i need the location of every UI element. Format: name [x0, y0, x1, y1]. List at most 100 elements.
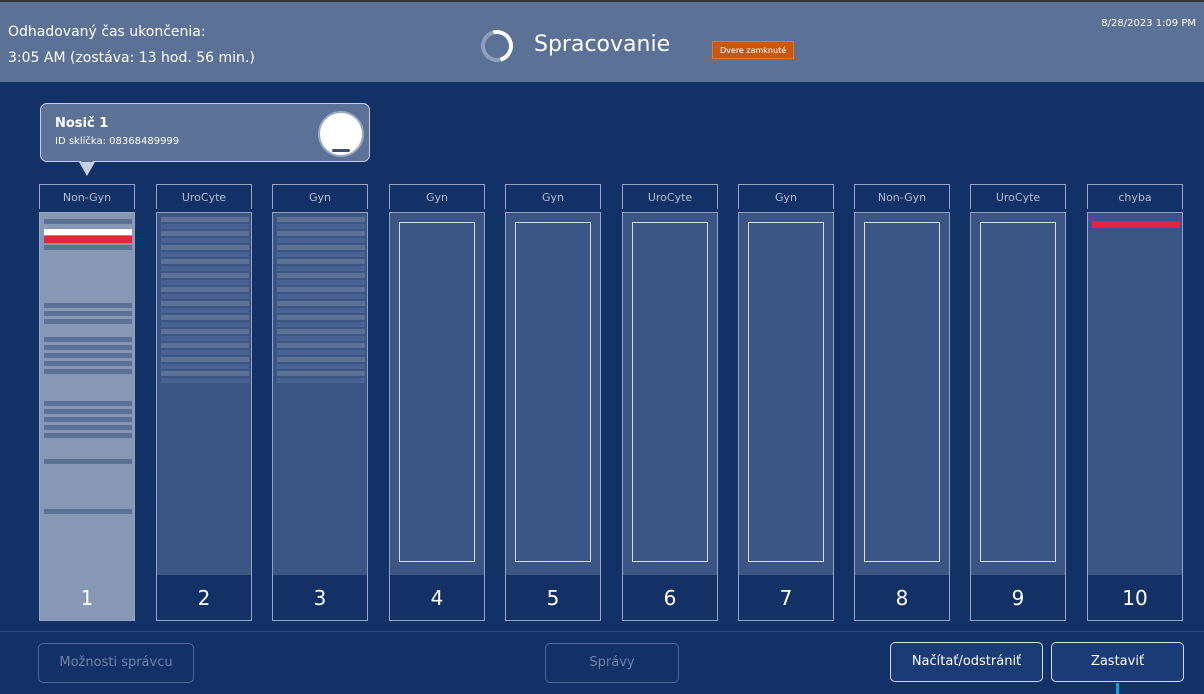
slide-slot [161, 231, 249, 236]
slide-slot [277, 301, 365, 306]
slide-slot-current [44, 229, 132, 235]
rack-number: 6 [622, 575, 718, 621]
slide-slot [161, 336, 249, 341]
admin-options-button[interactable]: Možnosti správcu [38, 643, 194, 683]
rack-body [622, 212, 718, 575]
slide-slot [277, 231, 365, 236]
slide-slot [44, 509, 132, 514]
slide-slot [44, 369, 132, 374]
estimated-time-value: 3:05 AM (zostáva: 13 hod. 56 min.) [8, 50, 255, 66]
slide-slot [161, 350, 249, 355]
rack-2[interactable]: UroCyte 2 [156, 184, 252, 621]
slide-slot [277, 371, 365, 376]
slide-slot [277, 266, 365, 271]
slide-slot [161, 287, 249, 292]
messages-button[interactable]: Správy [545, 643, 679, 683]
rack-1[interactable]: Non-Gyn 1 [39, 184, 135, 621]
slide-slot [161, 315, 249, 320]
slide-slot [44, 303, 132, 308]
slide-slot [44, 409, 132, 414]
vial-icon [318, 111, 364, 157]
slide-slot [277, 224, 365, 229]
slide-slot [277, 252, 365, 257]
slide-slot [161, 224, 249, 229]
estimated-time-label: Odhadovaný čas ukončenia: [8, 24, 206, 40]
slide-slot [161, 266, 249, 271]
rack-body [156, 212, 252, 575]
slide-slot [277, 245, 365, 250]
rack-4[interactable]: Gyn 4 [389, 184, 485, 621]
rack-type-label: chyba [1087, 184, 1183, 209]
slide-slot [161, 273, 249, 278]
empty-slot-frame [980, 222, 1056, 562]
rack-number: 4 [389, 575, 485, 621]
slide-slot [161, 357, 249, 362]
slide-slot [161, 364, 249, 369]
slide-slot [277, 343, 365, 348]
slide-slot [277, 378, 365, 383]
slide-slot [277, 315, 365, 320]
slide-slot [277, 280, 365, 285]
slide-slot [44, 433, 132, 438]
slide-slot [161, 322, 249, 327]
rack-type-label: Gyn [505, 184, 601, 209]
stop-button[interactable]: Zastaviť [1051, 642, 1184, 682]
rack-10[interactable]: chyba 10 [1087, 184, 1183, 621]
slide-slot [277, 350, 365, 355]
cursor-indicator [1116, 683, 1119, 694]
slide-slot [44, 401, 132, 406]
empty-slot-frame [632, 222, 708, 562]
slide-slot [161, 245, 249, 250]
slide-slot [161, 329, 249, 334]
rack-number: 3 [272, 575, 368, 621]
rack-body [854, 212, 950, 575]
rack-number: 1 [39, 575, 135, 621]
slide-slot [44, 417, 132, 422]
rack-7[interactable]: Gyn 7 [738, 184, 834, 621]
processing-spinner-icon [475, 24, 519, 68]
slide-slot [277, 329, 365, 334]
rack-8[interactable]: Non-Gyn 8 [854, 184, 950, 621]
slide-slot [161, 252, 249, 257]
rack-body [1087, 212, 1183, 575]
rack-body [39, 212, 135, 575]
slide-slot [277, 294, 365, 299]
slide-slot [161, 308, 249, 313]
empty-slot-frame [399, 222, 475, 562]
slide-slot [161, 259, 249, 264]
slide-slot [277, 287, 365, 292]
slide-slot [161, 238, 249, 243]
slide-slot [277, 217, 365, 222]
slide-slot [44, 425, 132, 430]
rack-type-label: Gyn [738, 184, 834, 209]
rack-type-label: UroCyte [622, 184, 718, 209]
slide-slot [161, 294, 249, 299]
tooltip-arrow [81, 161, 93, 173]
rack-5[interactable]: Gyn 5 [505, 184, 601, 621]
load-remove-button[interactable]: Načítať/odstrániť [890, 642, 1043, 682]
slide-slot-error [44, 236, 132, 243]
rack-body [389, 212, 485, 575]
rack-6[interactable]: UroCyte 6 [622, 184, 718, 621]
slide-slot [161, 280, 249, 285]
rack-type-label: UroCyte [970, 184, 1066, 209]
slide-slot [277, 322, 365, 327]
slide-slot [44, 311, 132, 316]
slide-slot [44, 319, 132, 324]
slide-slot-error [1092, 221, 1180, 228]
rack-type-label: UroCyte [156, 184, 252, 209]
slide-slot [44, 361, 132, 366]
rack-tooltip: Nosič 1 ID sklíčka: 08368489999 [40, 103, 370, 176]
rack-3[interactable]: Gyn 3 [272, 184, 368, 621]
slide-slot [277, 336, 365, 341]
rack-body [738, 212, 834, 575]
slide-slot [277, 238, 365, 243]
slide-slot [44, 337, 132, 342]
slide-slot [44, 219, 132, 224]
rack-9[interactable]: UroCyte 9 [970, 184, 1066, 621]
slide-slot [161, 301, 249, 306]
slide-slot [44, 245, 132, 250]
rack-type-label: Gyn [272, 184, 368, 209]
rack-body [505, 212, 601, 575]
footer-divider [0, 631, 1204, 632]
